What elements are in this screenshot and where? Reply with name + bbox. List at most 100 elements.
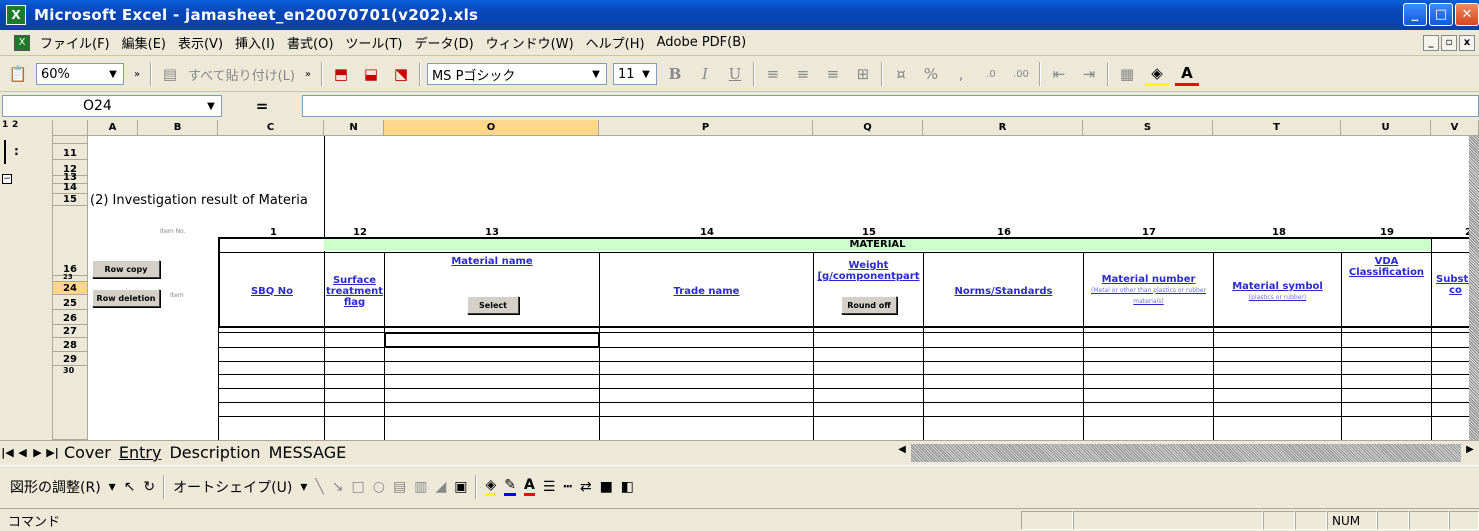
row-header-28[interactable]: 28 bbox=[53, 338, 88, 352]
col-header-b[interactable]: B bbox=[138, 120, 218, 136]
underline-button[interactable]: U bbox=[723, 62, 747, 86]
bold-button[interactable]: B bbox=[663, 62, 687, 86]
3d-icon[interactable]: ◧ bbox=[621, 479, 634, 495]
align-left-icon[interactable]: ≡ bbox=[761, 62, 785, 86]
header-vda[interactable]: VDA Classification bbox=[1342, 254, 1431, 280]
menu-insert[interactable]: 挿入(I) bbox=[229, 33, 281, 52]
chevron-down-icon[interactable]: ▼ bbox=[588, 66, 604, 82]
outline-level-2[interactable]: 2 bbox=[12, 120, 18, 130]
clipart-icon[interactable]: ▣ bbox=[454, 479, 467, 495]
borders-icon[interactable]: ▦ bbox=[1115, 62, 1139, 86]
prev-sheet-icon[interactable]: ◀ bbox=[15, 446, 30, 459]
pdf-review-icon[interactable]: ⬔ bbox=[389, 62, 413, 86]
menu-file[interactable]: ファイル(F) bbox=[34, 33, 116, 52]
row-deletion-button[interactable]: Row deletion bbox=[92, 289, 160, 307]
scroll-track[interactable] bbox=[911, 444, 1461, 462]
col-header-v[interactable]: V bbox=[1431, 120, 1479, 136]
fill-color-icon[interactable]: ◈ bbox=[1144, 62, 1169, 86]
comma-button[interactable]: , bbox=[949, 62, 973, 86]
toolbar-overflow-icon[interactable]: » bbox=[130, 62, 144, 86]
rectangle-icon[interactable]: □ bbox=[352, 479, 365, 495]
tab-entry[interactable]: Entry bbox=[115, 443, 166, 462]
wordart-icon[interactable]: ◢ bbox=[435, 479, 446, 495]
pdf-mail-icon[interactable]: ⬓ bbox=[359, 62, 383, 86]
row-copy-button[interactable]: Row copy bbox=[92, 260, 160, 278]
last-sheet-icon[interactable]: ▶| bbox=[45, 446, 60, 459]
header-weight[interactable]: Weight [g/componentpart bbox=[814, 254, 923, 288]
row-header-25[interactable]: 25 bbox=[53, 295, 88, 310]
name-box[interactable]: O24 ▼ bbox=[2, 95, 222, 117]
round-off-button[interactable]: Round off bbox=[841, 296, 897, 314]
menu-tools[interactable]: ツール(T) bbox=[339, 33, 408, 52]
row-header-27[interactable]: 27 bbox=[53, 325, 88, 338]
col-header-q[interactable]: Q bbox=[813, 120, 923, 136]
scroll-right-icon[interactable]: ▶ bbox=[1461, 444, 1479, 462]
row-header-16[interactable]: 16 bbox=[53, 206, 88, 276]
chevron-down-icon[interactable]: ▼ bbox=[203, 98, 219, 114]
col-header-r[interactable]: R bbox=[923, 120, 1083, 136]
paste-all-icon[interactable]: ▤ bbox=[158, 62, 182, 86]
workbook-icon[interactable]: X bbox=[14, 34, 30, 51]
chevron-down-icon[interactable]: ▾ bbox=[300, 479, 307, 495]
workbook-restore-button[interactable]: ▫ bbox=[1441, 34, 1457, 51]
menu-edit[interactable]: 編集(E) bbox=[116, 33, 172, 52]
select-button[interactable]: Select bbox=[467, 296, 519, 314]
draw-adjust-menu[interactable]: 図形の調整(R) bbox=[10, 477, 101, 497]
first-sheet-icon[interactable]: |◀ bbox=[0, 446, 15, 459]
oval-icon[interactable]: ○ bbox=[373, 479, 385, 495]
header-surface-treatment[interactable]: Surface treatment flag bbox=[325, 256, 384, 326]
tab-description[interactable]: Description bbox=[165, 443, 264, 462]
menu-data[interactable]: データ(D) bbox=[409, 33, 480, 52]
italic-button[interactable]: I bbox=[693, 62, 717, 86]
arrow-icon[interactable]: ↘ bbox=[332, 479, 344, 495]
chevron-down-icon[interactable]: ▼ bbox=[105, 66, 121, 82]
header-material-name[interactable]: Material name bbox=[385, 254, 599, 268]
tab-cover[interactable]: Cover bbox=[60, 443, 115, 462]
row-header-15[interactable]: 15 bbox=[53, 194, 88, 206]
rotate-icon[interactable]: ↻ bbox=[143, 479, 155, 495]
close-button[interactable]: ✕ bbox=[1455, 3, 1479, 26]
tab-message[interactable]: MESSAGE bbox=[265, 443, 351, 462]
pdf-icon[interactable]: ⬒ bbox=[329, 62, 353, 86]
row-header-24[interactable]: 24 bbox=[53, 282, 88, 295]
currency-icon[interactable]: ¤ bbox=[889, 62, 913, 86]
col-header-n[interactable]: N bbox=[324, 120, 384, 136]
horizontal-scrollbar[interactable]: ◀ ▶ bbox=[893, 444, 1479, 462]
decrease-decimal-icon[interactable]: .00 bbox=[1009, 62, 1033, 86]
line-icon[interactable]: ╲ bbox=[315, 479, 323, 495]
worksheet-grid[interactable]: 1 2 : − A B C N O P Q R S T U V 11 12 13… bbox=[0, 120, 1479, 440]
row-header-14[interactable]: 14 bbox=[53, 182, 88, 194]
increase-decimal-icon[interactable]: .0 bbox=[979, 62, 1003, 86]
zoom-select[interactable]: 60% ▼ bbox=[36, 63, 124, 85]
select-objects-icon[interactable]: ↖ bbox=[124, 479, 136, 495]
font-size-select[interactable]: 11 ▼ bbox=[612, 63, 657, 85]
align-center-icon[interactable]: ≡ bbox=[791, 62, 815, 86]
minimize-button[interactable]: _ bbox=[1403, 3, 1427, 26]
col-header-c[interactable]: C bbox=[218, 120, 324, 136]
percent-button[interactable]: % bbox=[919, 62, 943, 86]
workbook-minimize-button[interactable]: _ bbox=[1423, 34, 1439, 51]
header-material-symbol[interactable]: Material symbol (plastics or rubber) bbox=[1214, 275, 1341, 309]
chevron-down-icon[interactable]: ▾ bbox=[109, 479, 116, 495]
shadow-icon[interactable]: ■ bbox=[600, 479, 613, 495]
paste-icon[interactable]: 📋 bbox=[6, 62, 30, 86]
header-norms[interactable]: Norms/Standards bbox=[924, 256, 1083, 326]
select-all[interactable] bbox=[53, 120, 88, 136]
align-right-icon[interactable]: ≡ bbox=[821, 62, 845, 86]
row-header-26[interactable]: 26 bbox=[53, 310, 88, 325]
line-style-icon[interactable]: ☰ bbox=[543, 479, 556, 495]
col-header-o[interactable]: O bbox=[384, 120, 599, 136]
row-header-29[interactable]: 29 bbox=[53, 352, 88, 366]
scroll-left-icon[interactable]: ◀ bbox=[893, 444, 911, 462]
autoshape-menu[interactable]: オートシェイプ(U) bbox=[173, 477, 292, 497]
vertical-scrollbar[interactable] bbox=[1469, 136, 1479, 440]
menu-adobe-pdf[interactable]: Adobe PDF(B) bbox=[651, 35, 753, 50]
row-header-top[interactable] bbox=[53, 136, 88, 144]
font-color-icon[interactable]: A bbox=[1174, 62, 1199, 86]
menu-format[interactable]: 書式(O) bbox=[281, 33, 339, 52]
toolbar-overflow-icon-2[interactable]: » bbox=[301, 62, 315, 86]
vertical-textbox-icon[interactable]: ▥ bbox=[414, 479, 427, 495]
increase-indent-icon[interactable]: ⇥ bbox=[1077, 62, 1101, 86]
menu-help[interactable]: ヘルプ(H) bbox=[580, 33, 651, 52]
line-color-icon[interactable]: ✎ bbox=[504, 477, 516, 496]
